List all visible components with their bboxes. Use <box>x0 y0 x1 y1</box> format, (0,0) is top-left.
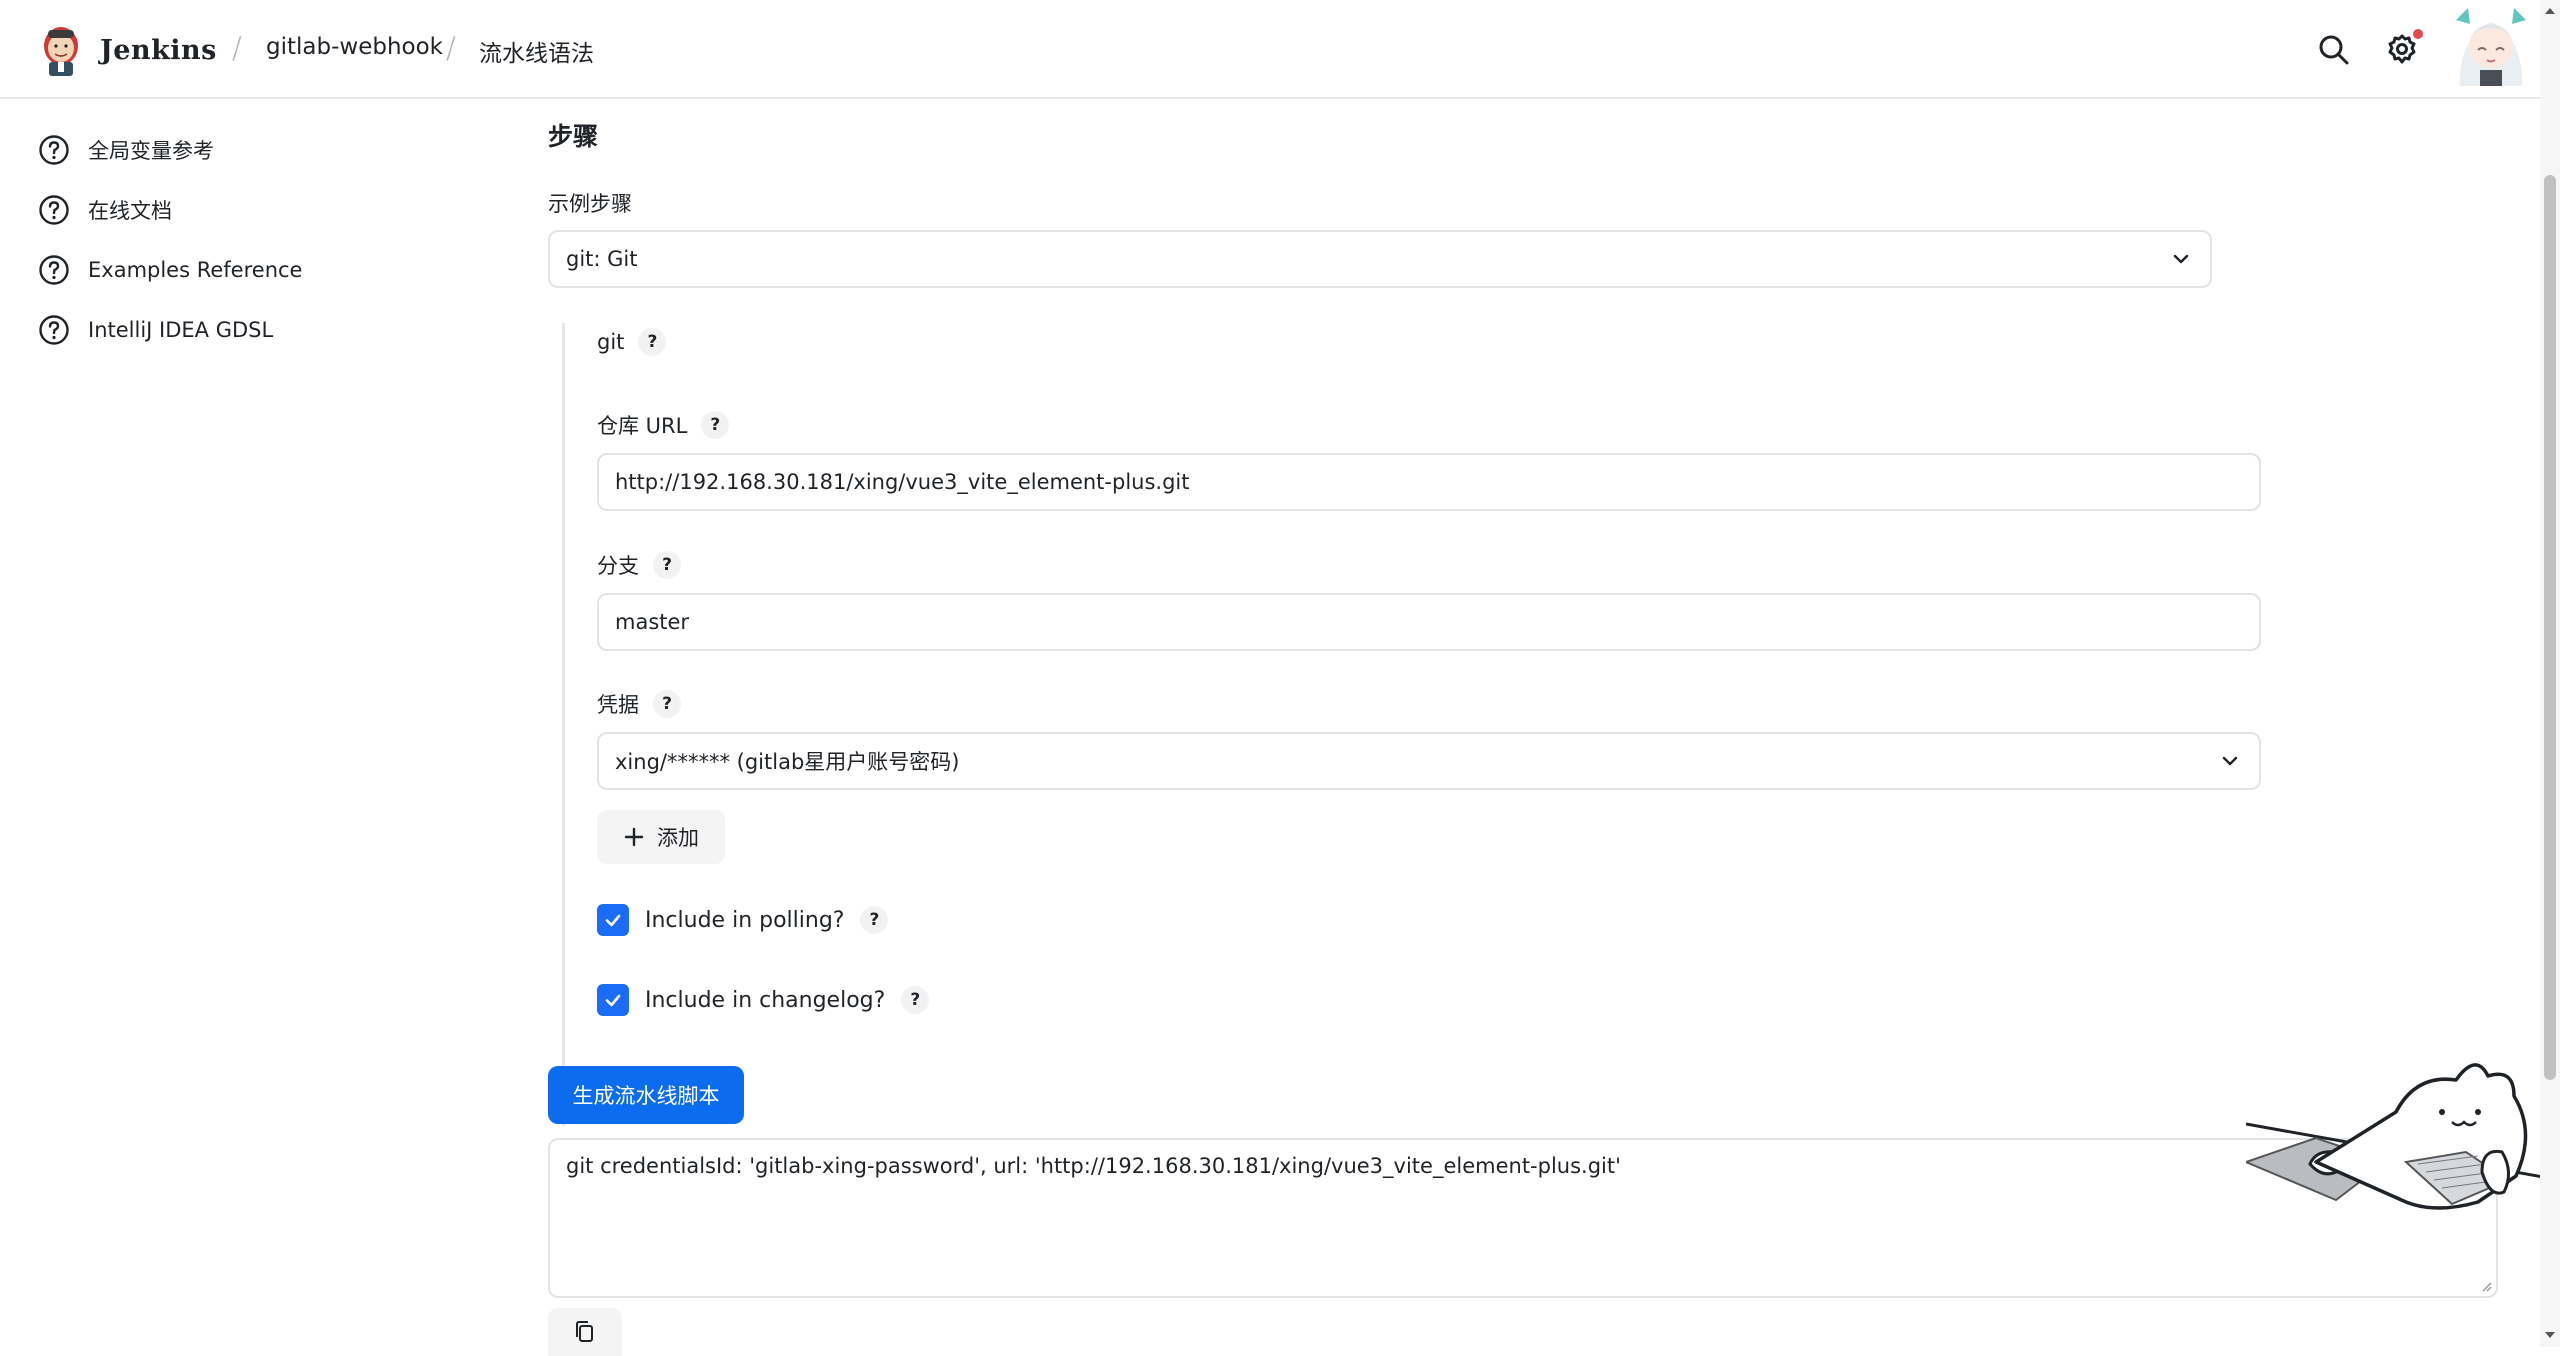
scroll-down-arrow-icon[interactable] <box>2543 1328 2557 1342</box>
sidebar-item-label: Examples Reference <box>88 258 303 282</box>
help-button-branch[interactable]: ? <box>653 551 681 579</box>
help-button-changelog[interactable]: ? <box>901 986 930 1014</box>
credentials-label: 凭据 ? <box>597 689 681 719</box>
step-config-border <box>562 323 568 1126</box>
include-polling-checkbox[interactable] <box>597 904 629 936</box>
branch-input[interactable]: master <box>597 593 2261 651</box>
breadcrumb-separator: / <box>232 31 242 65</box>
credentials-label-text: 凭据 <box>597 693 639 717</box>
help-button-credentials[interactable]: ? <box>653 690 681 718</box>
sample-step-label-text: 示例步骤 <box>548 192 632 216</box>
include-polling-label: Include in polling? <box>645 907 845 933</box>
branch-label-text: 分支 <box>597 554 639 578</box>
step-name-row: git ? <box>597 328 667 356</box>
help-button-git[interactable]: ? <box>638 328 667 356</box>
credentials-value: xing/****** (gitlab星用户账号密码) <box>615 750 960 774</box>
scroll-thumb[interactable] <box>2544 175 2556 1080</box>
add-button-label: 添加 <box>657 826 699 850</box>
search-icon[interactable] <box>2314 30 2354 70</box>
credentials-select[interactable]: xing/****** (gitlab星用户账号密码) <box>597 732 2261 790</box>
checkmark-icon <box>605 914 621 927</box>
sidebar-item-label: IntelliJ IDEA GDSL <box>88 318 274 342</box>
include-changelog-row: Include in changelog? ? <box>597 984 930 1016</box>
copy-button[interactable] <box>548 1308 622 1356</box>
scroll-up-arrow-icon[interactable] <box>2543 4 2557 18</box>
resize-grip-icon[interactable] <box>2478 1278 2492 1292</box>
generated-script-text: git credentialsId: 'gitlab-xing-password… <box>566 1154 1621 1178</box>
repo-url-value: http://192.168.30.181/xing/vue3_vite_ele… <box>615 470 1190 494</box>
sidebar-item-global-variables[interactable]: 全局变量参考 <box>38 120 458 180</box>
jenkins-home-link[interactable]: Jenkins <box>40 22 217 78</box>
section-title: 步骤 <box>548 122 599 151</box>
help-button-polling[interactable]: ? <box>860 906 889 934</box>
add-credentials-button[interactable]: 添加 <box>597 810 725 864</box>
breadcrumb-separator: / <box>446 31 456 65</box>
include-changelog-label: Include in changelog? <box>645 987 886 1013</box>
sidebar-item-online-docs[interactable]: 在线文档 <box>38 180 458 240</box>
avatar[interactable] <box>2448 0 2534 86</box>
vertical-scrollbar[interactable] <box>2540 0 2560 1347</box>
sample-step-select[interactable]: git: Git <box>548 230 2212 288</box>
sidebar-item-intellij-gdsl[interactable]: IntelliJ IDEA GDSL <box>38 300 458 360</box>
help-circle-icon <box>39 315 69 345</box>
typing-cat-icon <box>2246 1063 2560 1210</box>
repo-url-label: 仓库 URL ? <box>597 410 730 440</box>
help-circle-icon <box>39 255 69 285</box>
brand-name: Jenkins <box>100 34 217 66</box>
chevron-down-icon <box>2173 254 2189 264</box>
help-button-repo-url[interactable]: ? <box>701 411 730 439</box>
sidebar: 全局变量参考 在线文档 Examples Reference IntelliJ … <box>38 120 458 360</box>
include-changelog-checkbox[interactable] <box>597 984 629 1016</box>
breadcrumb-gitlab-webhook[interactable]: gitlab-webhook <box>266 34 443 60</box>
generated-script-textarea[interactable]: git credentialsId: 'gitlab-xing-password… <box>548 1138 2498 1298</box>
chevron-down-icon <box>2222 756 2238 766</box>
sidebar-item-label: 全局变量参考 <box>88 139 214 163</box>
repo-url-input[interactable]: http://192.168.30.181/xing/vue3_vite_ele… <box>597 453 2261 511</box>
include-polling-row: Include in polling? ? <box>597 904 889 936</box>
repo-url-label-text: 仓库 URL <box>597 414 688 438</box>
branch-label: 分支 ? <box>597 550 681 580</box>
sidebar-item-examples-reference[interactable]: Examples Reference <box>38 240 458 300</box>
step-name: git <box>597 330 625 354</box>
top-header: Jenkins / gitlab-webhook / 流水线语法 <box>0 0 2540 99</box>
generate-pipeline-script-button[interactable]: 生成流水线脚本 <box>548 1066 744 1124</box>
copy-icon <box>576 1321 593 1342</box>
sample-step-value: git: Git <box>566 247 638 271</box>
jenkins-logo-icon <box>44 27 78 76</box>
sample-step-label: 示例步骤 <box>548 188 632 218</box>
breadcrumb-pipeline-syntax[interactable]: 流水线语法 <box>479 34 594 68</box>
help-circle-icon <box>39 195 69 225</box>
checkmark-icon <box>605 994 621 1007</box>
notification-dot <box>2413 29 2423 39</box>
branch-value: master <box>615 610 690 634</box>
anime-avatar-icon <box>2448 0 2534 86</box>
help-circle-icon <box>39 135 69 165</box>
sidebar-item-label: 在线文档 <box>88 199 172 223</box>
plus-icon <box>624 827 644 847</box>
